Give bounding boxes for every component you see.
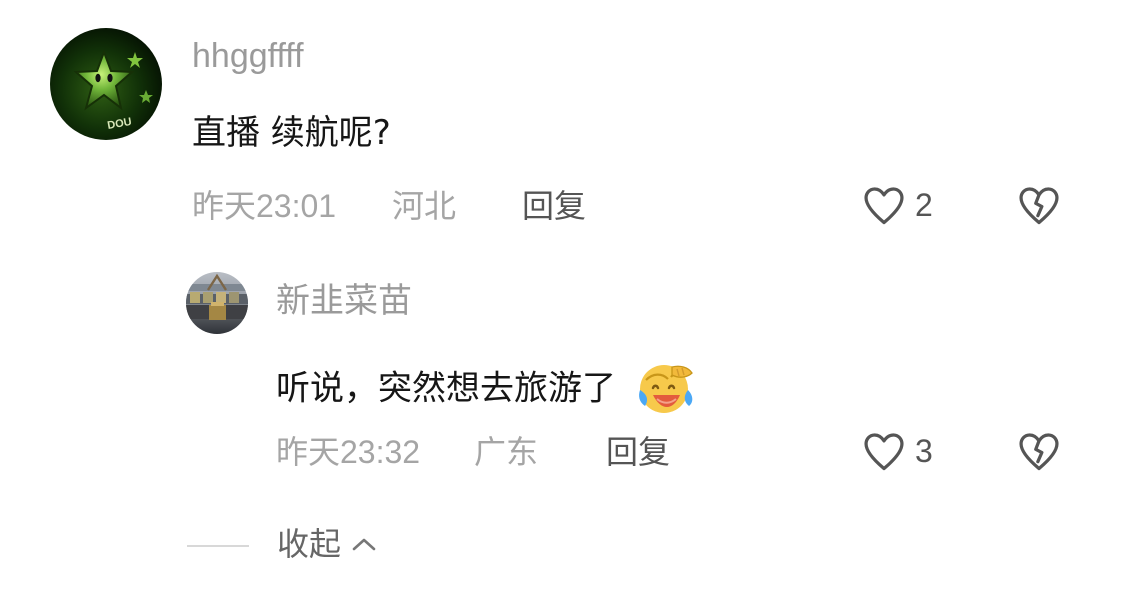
broken-heart-icon — [1019, 187, 1059, 225]
reply-button[interactable]: 回复 — [606, 436, 670, 468]
dislike-button[interactable] — [1016, 430, 1062, 476]
like-count: 2 — [915, 187, 933, 223]
collapse-button[interactable]: 收起 — [277, 528, 379, 560]
comment-text: 直播 续航呢? — [192, 113, 391, 153]
like-count: 3 — [915, 433, 933, 469]
comment-username[interactable]: 新韭菜苗 — [276, 284, 412, 318]
green-star-avatar-icon: DOU — [73, 49, 153, 132]
comment-text-row: 听说，突然想去旅游了 — [276, 357, 699, 423]
avatar[interactable] — [186, 272, 248, 334]
comment-location: 广东 — [474, 434, 539, 470]
like-button[interactable]: 3 — [861, 430, 933, 472]
like-button[interactable]: 2 — [861, 184, 933, 226]
comment-time: 昨天23:32 — [276, 434, 421, 470]
broken-heart-icon — [1019, 433, 1059, 471]
collapse-label: 收起 — [277, 525, 342, 563]
dislike-button[interactable] — [1016, 184, 1062, 230]
heart-icon — [864, 187, 904, 225]
laughing-crying-emoji-icon — [633, 357, 699, 423]
avatar[interactable]: DOU — [50, 28, 162, 140]
avatar-badge-text: DOU — [106, 116, 132, 132]
comment-username[interactable]: hhggffff — [192, 39, 304, 73]
comment-text: 听说，突然想去旅游了 — [276, 368, 616, 409]
stadium-photo-avatar-icon — [186, 273, 248, 320]
chevron-up-icon — [352, 538, 376, 551]
collapse-divider — [187, 545, 249, 547]
comment-location: 河北 — [392, 188, 457, 224]
comment-time: 昨天23:01 — [192, 188, 337, 224]
reply-button[interactable]: 回复 — [522, 190, 586, 222]
laughing-crying-emoji-icon — [638, 365, 693, 413]
heart-icon — [864, 433, 904, 471]
